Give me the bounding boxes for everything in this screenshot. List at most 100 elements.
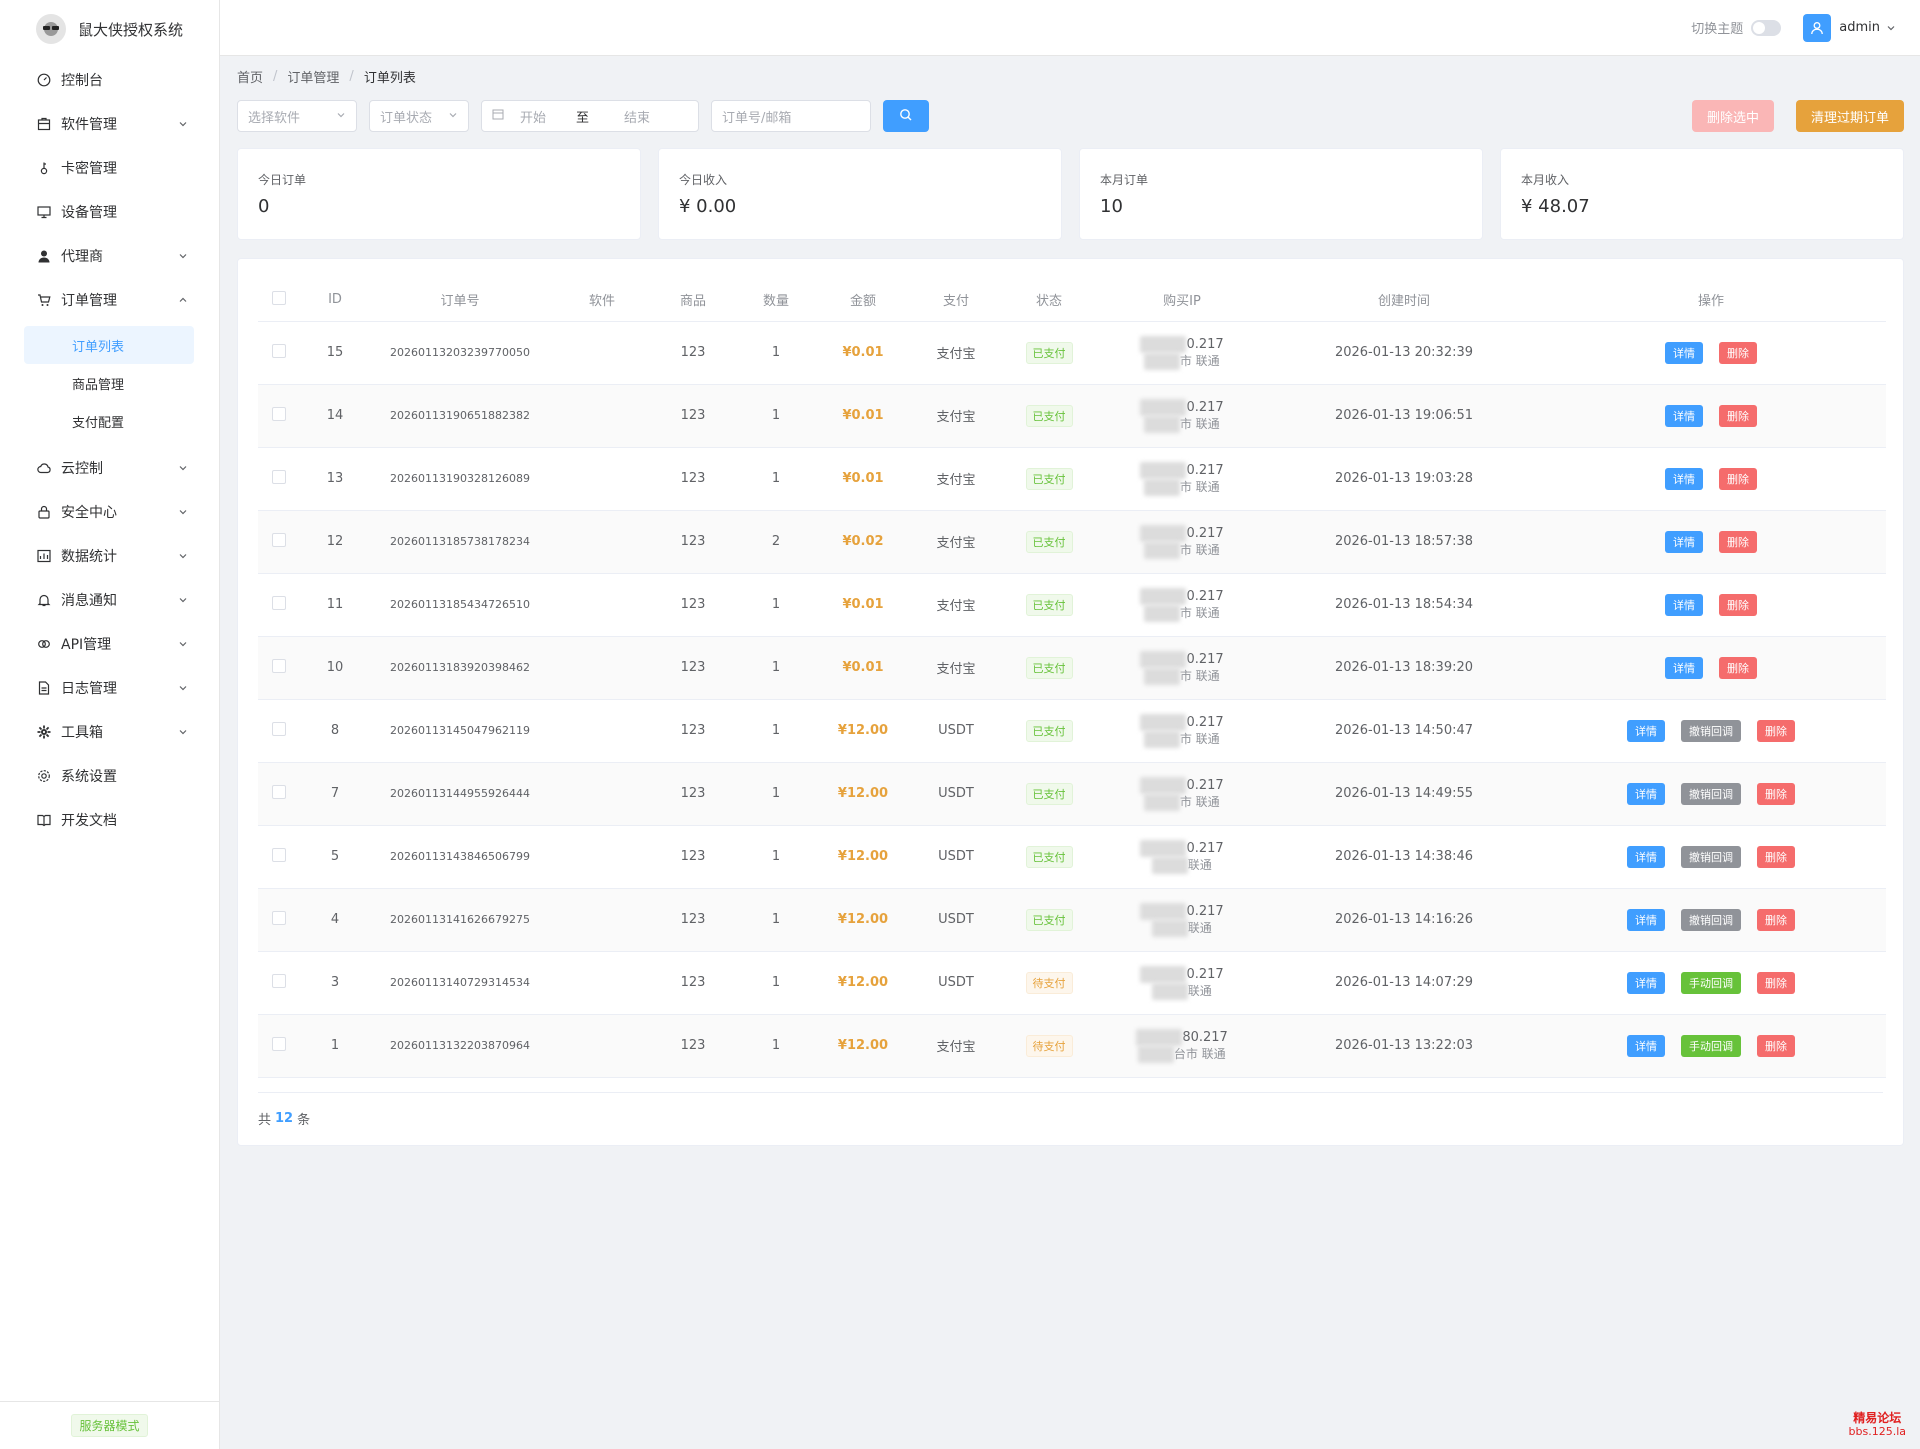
sidebar-item-dashboard[interactable]: 控制台 xyxy=(0,58,219,102)
sidebar-item-cloud[interactable]: 云控制 xyxy=(0,446,219,490)
table-row[interactable]: 320260113140729314534 1231¥12.00USDT 待支付 xx… xyxy=(258,951,1886,1015)
delete-button[interactable]: 删除 xyxy=(1757,971,1795,994)
user-name[interactable]: admin xyxy=(1839,20,1880,35)
row-select-cell xyxy=(258,762,300,826)
manual-callback-button[interactable]: 手动回调 xyxy=(1681,1034,1741,1057)
stat-card-month-orders: 本月订单 10 xyxy=(1079,148,1483,240)
col-header-actions: 操作 xyxy=(1536,279,1886,322)
breadcrumb-home[interactable]: 首页 xyxy=(237,67,263,86)
detail-button[interactable]: 详情 xyxy=(1665,656,1703,679)
delete-button[interactable]: 删除 xyxy=(1719,404,1757,427)
table-row[interactable]: 1020260113183920398462 1231¥0.01支付宝已支付 xxx… xyxy=(258,636,1886,700)
row-checkbox[interactable] xyxy=(272,721,286,736)
date-end[interactable]: 结束 xyxy=(624,107,650,126)
submenu-item[interactable]: 订单列表 xyxy=(24,326,194,364)
cell-qty: 1 xyxy=(732,951,820,1015)
delete-button[interactable]: 删除 xyxy=(1757,719,1795,742)
date-range-picker[interactable]: 开始 至 结束 xyxy=(481,100,699,132)
detail-button[interactable]: 详情 xyxy=(1665,467,1703,490)
delete-button[interactable]: 删除 xyxy=(1757,782,1795,805)
cell-created-time: 2026-01-13 18:39:20 xyxy=(1272,636,1536,700)
detail-button[interactable]: 详情 xyxy=(1627,971,1665,994)
ip-location-text: 联通 xyxy=(1187,857,1212,872)
sidebar-item-package[interactable]: 软件管理 xyxy=(0,102,219,146)
table-row[interactable]: 520260113143846506799 1231¥12.00USDT 已支付 xx… xyxy=(258,825,1886,889)
delete-button[interactable]: 删除 xyxy=(1719,467,1757,490)
row-checkbox[interactable] xyxy=(272,343,286,358)
detail-button[interactable]: 详情 xyxy=(1665,341,1703,364)
breadcrumb-orders[interactable]: 订单管理 xyxy=(287,67,339,86)
table-row[interactable]: 1320260113190328126089 1231¥0.01支付宝已支付 xxx… xyxy=(258,447,1886,511)
detail-button[interactable]: 详情 xyxy=(1665,404,1703,427)
cell-ip: xxxxxx0.217 xxxxx市 联通 xyxy=(1092,636,1272,700)
submenu-item[interactable]: 商品管理 xyxy=(24,364,194,402)
ip-redacted: xxxxxx xyxy=(1140,587,1187,605)
sidebar-item-lock[interactable]: 安全中心 xyxy=(0,490,219,534)
row-checkbox[interactable] xyxy=(272,1036,286,1051)
col-header-id[interactable]: ID xyxy=(300,279,370,322)
detail-button[interactable]: 详情 xyxy=(1665,593,1703,616)
delete-button[interactable]: 删除 xyxy=(1719,530,1757,553)
sidebar-item-user[interactable]: 代理商 xyxy=(0,234,219,278)
table-row[interactable]: 1220260113185738178234 1232¥0.02支付宝已支付 xxx… xyxy=(258,510,1886,574)
delete-button[interactable]: 删除 xyxy=(1719,593,1757,616)
detail-button[interactable]: 详情 xyxy=(1627,1034,1665,1057)
clean-expired-orders-button[interactable]: 清理过期订单 xyxy=(1795,100,1904,132)
revoke-callback-button[interactable]: 撤销回调 xyxy=(1681,782,1741,805)
detail-button[interactable]: 详情 xyxy=(1627,908,1665,931)
sidebar-item-link[interactable]: API管理 xyxy=(0,622,219,666)
table-row[interactable]: 1202601131322038709641231¥12.00支付宝待支付xxx… xyxy=(258,1014,1886,1078)
sidebar-item-gear[interactable]: 系统设置 xyxy=(0,754,219,798)
sidebar-item-bell[interactable]: 消息通知 xyxy=(0,578,219,622)
revoke-callback-button[interactable]: 撤销回调 xyxy=(1681,719,1741,742)
delete-button[interactable]: 删除 xyxy=(1757,908,1795,931)
manual-callback-button[interactable]: 手动回调 xyxy=(1681,971,1741,994)
delete-button[interactable]: 删除 xyxy=(1757,1034,1795,1057)
table-row[interactable]: 420260113141626679275 1231¥12.00USDT 已支付 xx… xyxy=(258,888,1886,952)
order-search-input[interactable]: 订单号/邮箱 xyxy=(711,100,871,132)
delete-button[interactable]: 删除 xyxy=(1757,845,1795,868)
status-select[interactable]: 订单状态 xyxy=(369,100,469,132)
sidebar-item-monitor[interactable]: 设备管理 xyxy=(0,190,219,234)
row-checkbox[interactable] xyxy=(272,595,286,610)
logo[interactable]: 鼠大侠授权系统 xyxy=(0,0,219,58)
row-checkbox[interactable] xyxy=(272,784,286,799)
user-dropdown-chevron-icon[interactable] xyxy=(1886,18,1896,37)
table-row[interactable]: 1120260113185434726510 1231¥0.01支付宝已支付 xxx… xyxy=(258,573,1886,637)
sidebar-item-tools[interactable]: 工具箱 xyxy=(0,710,219,754)
sidebar-item-document[interactable]: 日志管理 xyxy=(0,666,219,710)
theme-toggle[interactable] xyxy=(1751,19,1782,36)
row-checkbox[interactable] xyxy=(272,469,286,484)
table-row[interactable]: 1520260113203239770050 1231¥0.01支付宝已支付 xxx… xyxy=(258,321,1886,385)
delete-button[interactable]: 删除 xyxy=(1719,341,1757,364)
software-select[interactable]: 选择软件 xyxy=(237,100,357,132)
table-row[interactable]: 820260113145047962119 1231¥12.00USDT 已支付 xx… xyxy=(258,699,1886,763)
breadcrumb-separator: / xyxy=(273,68,278,84)
table-row[interactable]: 720260113144955926444 1231¥12.00USDT 已支付 xx… xyxy=(258,762,1886,826)
date-start[interactable]: 开始 xyxy=(520,107,576,126)
delete-button[interactable]: 删除 xyxy=(1719,656,1757,679)
search-button[interactable] xyxy=(883,100,929,132)
cell-payment: USDT xyxy=(906,888,1006,952)
row-checkbox[interactable] xyxy=(272,910,286,925)
revoke-callback-button[interactable]: 撤销回调 xyxy=(1681,908,1741,931)
sidebar-item-key[interactable]: 卡密管理 xyxy=(0,146,219,190)
sidebar-item-book[interactable]: 开发文档 xyxy=(0,798,219,842)
sidebar-item-chart[interactable]: 数据统计 xyxy=(0,534,219,578)
detail-button[interactable]: 详情 xyxy=(1627,719,1665,742)
row-checkbox[interactable] xyxy=(272,658,286,673)
table-row[interactable]: 1420260113190651882382 1231¥0.01支付宝已支付 xxx… xyxy=(258,384,1886,448)
row-checkbox[interactable] xyxy=(272,532,286,547)
sidebar-item-cart[interactable]: 订单管理 xyxy=(0,278,219,322)
select-all-checkbox[interactable] xyxy=(272,290,286,305)
user-avatar-icon[interactable] xyxy=(1803,13,1832,42)
row-checkbox[interactable] xyxy=(272,406,286,421)
row-checkbox[interactable] xyxy=(272,847,286,862)
revoke-callback-button[interactable]: 撤销回调 xyxy=(1681,845,1741,868)
submenu-item[interactable]: 支付配置 xyxy=(24,402,194,440)
detail-button[interactable]: 详情 xyxy=(1665,530,1703,553)
detail-button[interactable]: 详情 xyxy=(1627,845,1665,868)
detail-button[interactable]: 详情 xyxy=(1627,782,1665,805)
row-checkbox[interactable] xyxy=(272,973,286,988)
delete-selected-button[interactable]: 删除选中 xyxy=(1691,100,1774,132)
